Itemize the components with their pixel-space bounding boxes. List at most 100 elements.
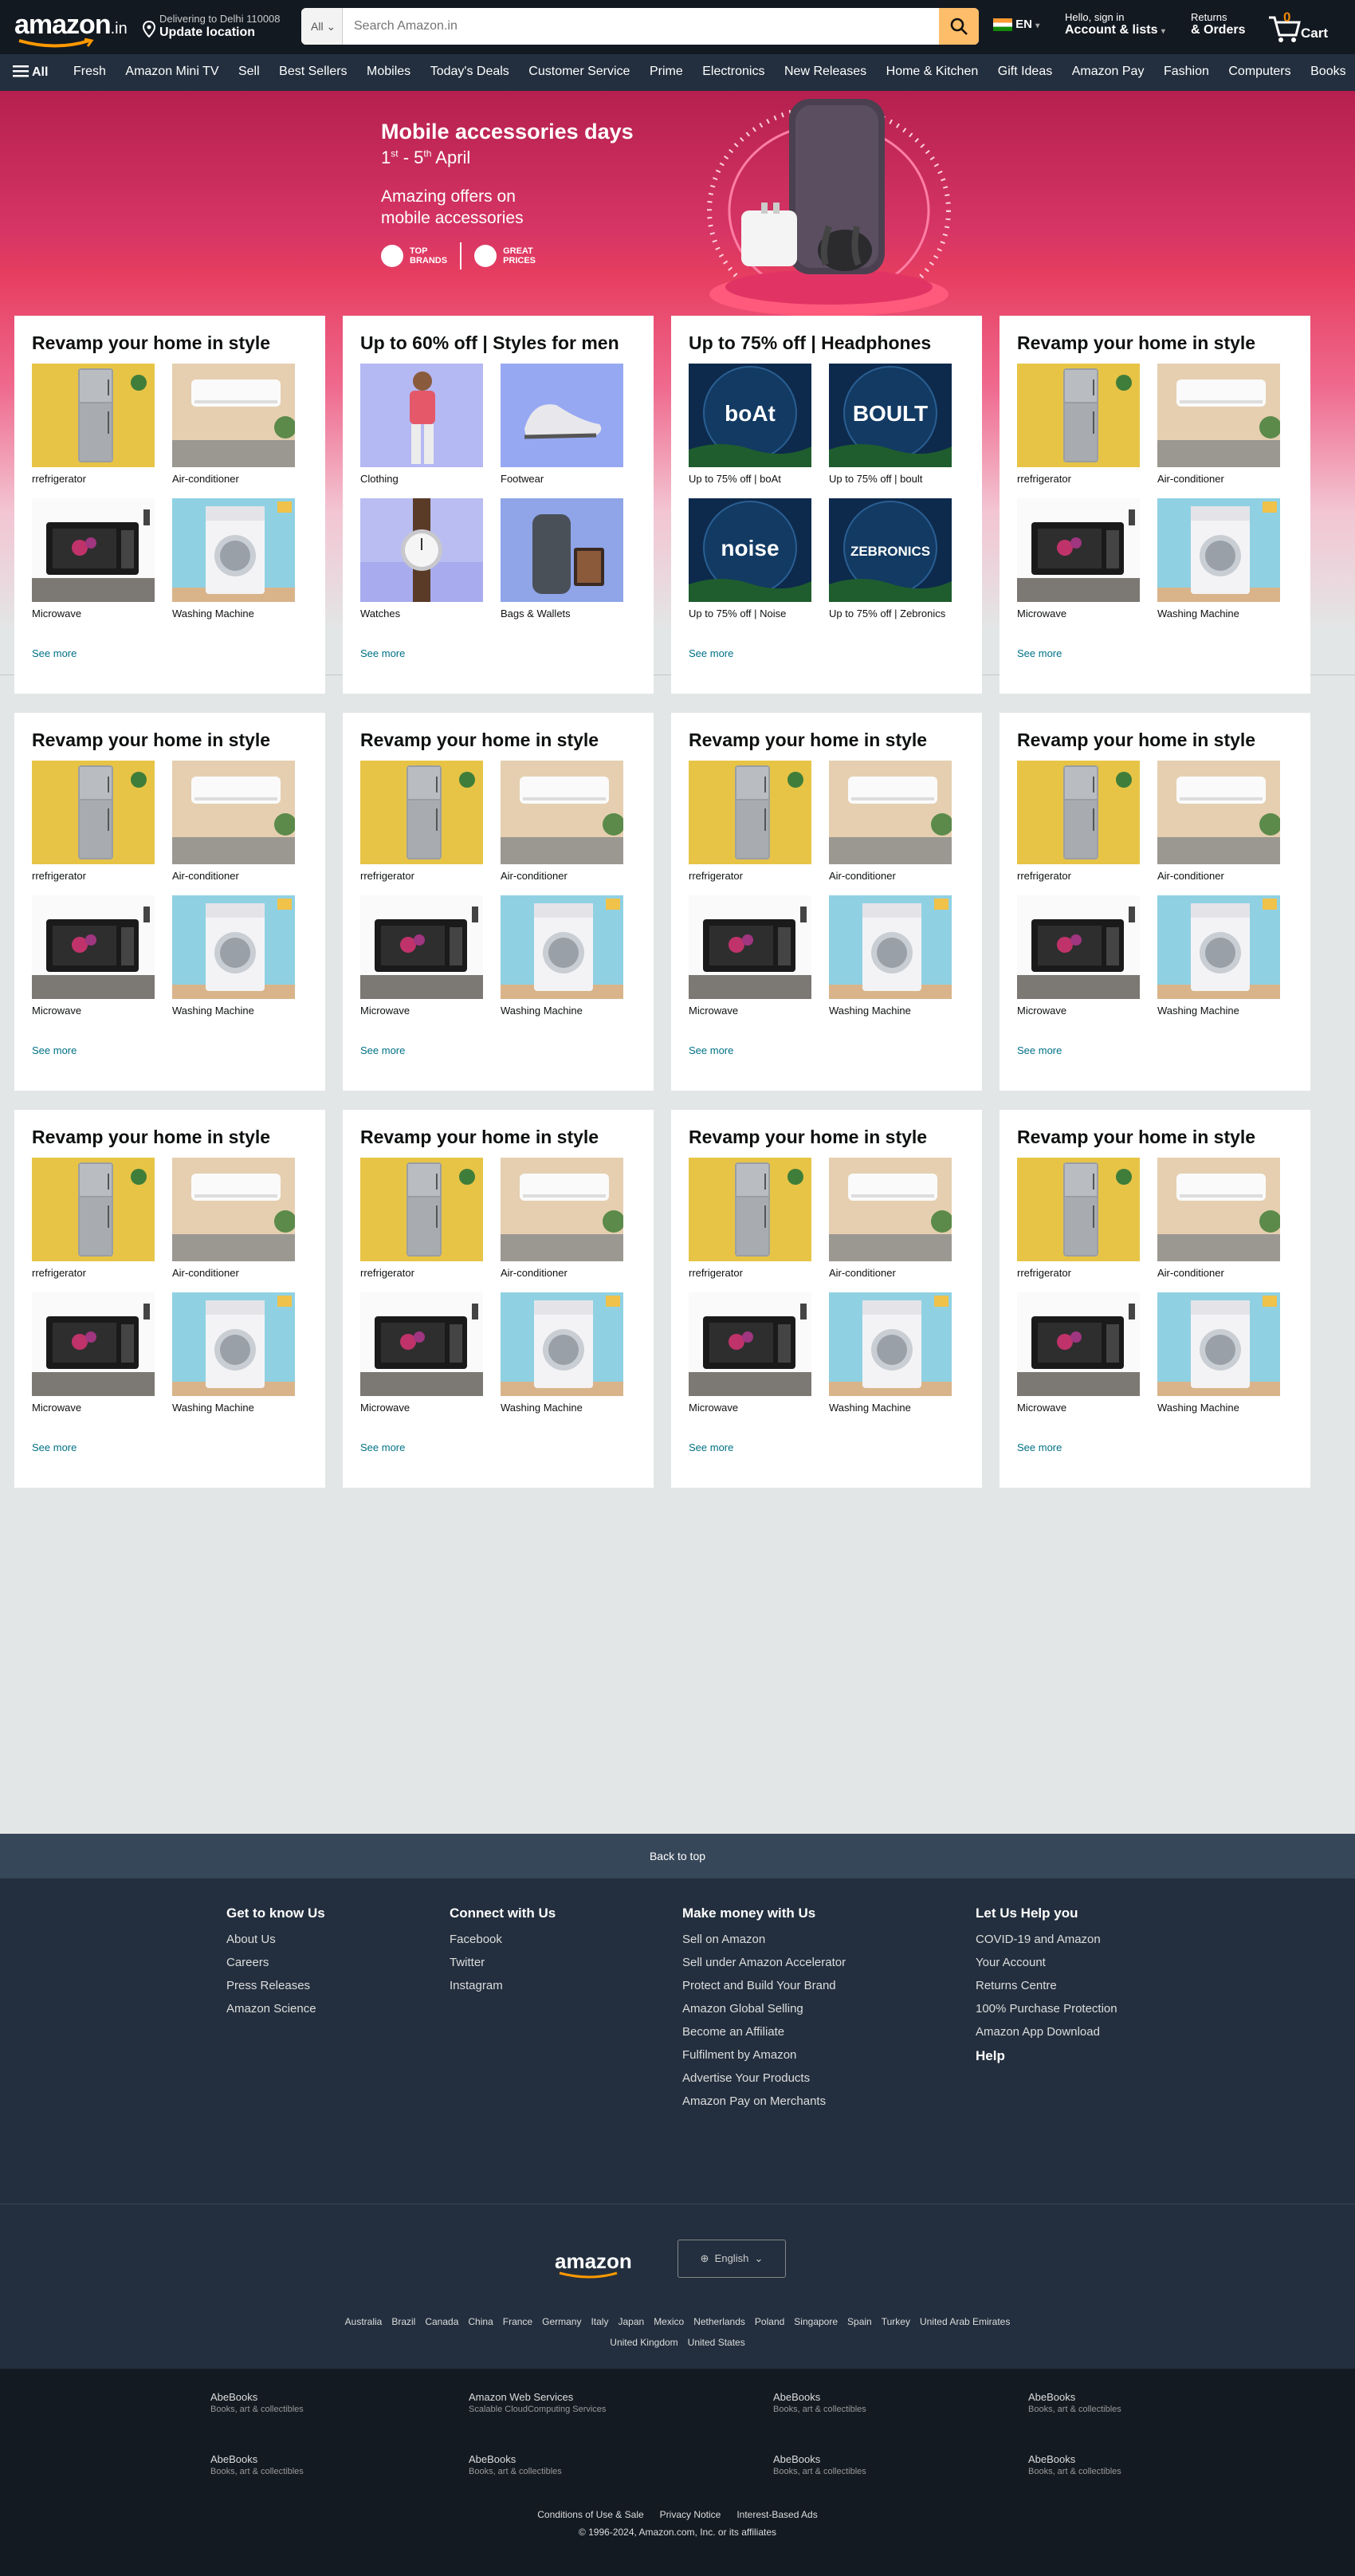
delivery-location[interactable]: Delivering to Delhi 110008 Update locati… [142, 10, 301, 45]
country-link[interactable]: Australia [345, 2316, 383, 2327]
footer-link[interactable]: Careers [226, 1956, 325, 1969]
footer-link[interactable]: Instagram [450, 1979, 556, 1992]
see-more-link[interactable]: See more [32, 647, 77, 659]
card-tile[interactable]: Air-conditioner [829, 761, 952, 883]
footer-link[interactable]: Become an Affiliate [682, 2025, 846, 2039]
card-tile[interactable]: Air-conditioner [172, 364, 295, 486]
footer-link[interactable]: Amazon Global Selling [682, 2002, 846, 2016]
footer-service[interactable]: AbeBooks Books, art & collectibles [210, 2391, 304, 2414]
card-tile[interactable]: rrefrigerator [1017, 364, 1140, 486]
card-tile[interactable]: Bags & Wallets [501, 498, 623, 620]
subnav-item[interactable]: Prime [650, 65, 683, 78]
card-tile[interactable]: rrefrigerator [32, 761, 155, 883]
card-tile[interactable]: Air-conditioner [1157, 761, 1280, 883]
amazon-logo[interactable]: amazon.in [14, 10, 128, 48]
card-tile[interactable]: Air-conditioner [829, 1158, 952, 1280]
see-more-link[interactable]: See more [360, 1044, 405, 1056]
card-tile[interactable]: rrefrigerator [1017, 761, 1140, 883]
footer-link[interactable]: Advertise Your Products [682, 2071, 846, 2085]
footer-help-link[interactable]: Help [976, 2048, 1117, 2064]
see-more-link[interactable]: See more [360, 1441, 405, 1453]
card-tile[interactable]: Air-conditioner [1157, 1158, 1280, 1280]
card-tile[interactable]: Microwave [1017, 498, 1140, 620]
card-tile[interactable]: Washing Machine [172, 1292, 295, 1414]
card-tile[interactable]: Washing Machine [501, 895, 623, 1017]
card-tile[interactable]: Washing Machine [172, 895, 295, 1017]
country-link[interactable]: United Kingdom [610, 2337, 678, 2348]
country-link[interactable]: France [503, 2316, 532, 2327]
see-more-link[interactable]: See more [689, 647, 733, 659]
footer-link[interactable]: Sell on Amazon [682, 1933, 846, 1946]
subnav-item[interactable]: Amazon Pay [1072, 65, 1145, 78]
card-tile[interactable]: Microwave [1017, 895, 1140, 1017]
card-tile[interactable]: Microwave [32, 498, 155, 620]
legal-link[interactable]: Interest-Based Ads [736, 2509, 817, 2520]
card-tile[interactable]: boAt Up to 75% off | boAt [689, 364, 811, 486]
card-tile[interactable]: Watches [360, 498, 483, 620]
country-link[interactable]: Brazil [391, 2316, 415, 2327]
footer-link[interactable]: Press Releases [226, 1979, 325, 1992]
subnav-item[interactable]: Best Sellers [279, 65, 347, 78]
card-tile[interactable]: rrefrigerator [32, 364, 155, 486]
all-menu-button[interactable]: All [13, 65, 48, 80]
footer-language-button[interactable]: ⊕ English ⌄ [678, 2240, 786, 2278]
subnav-item[interactable]: Customer Service [528, 65, 630, 78]
card-tile[interactable]: Washing Machine [501, 1292, 623, 1414]
card-tile[interactable]: rrefrigerator [32, 1158, 155, 1280]
see-more-link[interactable]: See more [32, 1441, 77, 1453]
search-button[interactable] [939, 8, 979, 45]
subnav-item[interactable]: Electronics [702, 65, 764, 78]
legal-link[interactable]: Privacy Notice [660, 2509, 721, 2520]
see-more-link[interactable]: See more [1017, 1441, 1062, 1453]
country-link[interactable]: Japan [618, 2316, 644, 2327]
country-link[interactable]: United States [688, 2337, 745, 2348]
card-tile[interactable]: Air-conditioner [501, 1158, 623, 1280]
subnav-item[interactable]: Fashion [1164, 65, 1209, 78]
card-tile[interactable]: Microwave [689, 895, 811, 1017]
see-more-link[interactable]: See more [1017, 1044, 1062, 1056]
card-tile[interactable]: Microwave [689, 1292, 811, 1414]
footer-link[interactable]: Twitter [450, 1956, 556, 1969]
card-tile[interactable]: Washing Machine [829, 1292, 952, 1414]
country-link[interactable]: Germany [542, 2316, 581, 2327]
see-more-link[interactable]: See more [360, 647, 405, 659]
footer-link[interactable]: Facebook [450, 1933, 556, 1946]
card-tile[interactable]: Microwave [1017, 1292, 1140, 1414]
card-tile[interactable]: Air-conditioner [172, 1158, 295, 1280]
footer-service[interactable]: AbeBooks Books, art & collectibles [210, 2453, 304, 2476]
footer-service[interactable]: AbeBooks Books, art & collectibles [773, 2391, 866, 2414]
card-tile[interactable]: Air-conditioner [172, 761, 295, 883]
footer-service[interactable]: AbeBooks Books, art & collectibles [469, 2453, 562, 2476]
footer-service[interactable]: Amazon Web Services Scalable CloudComputi… [469, 2391, 606, 2414]
country-link[interactable]: United Arab Emirates [920, 2316, 1010, 2327]
legal-link[interactable]: Conditions of Use & Sale [537, 2509, 643, 2520]
country-link[interactable]: Poland [755, 2316, 784, 2327]
card-tile[interactable]: Washing Machine [1157, 1292, 1280, 1414]
search-category-select[interactable]: All ⌄ [301, 8, 343, 45]
account-menu[interactable]: Hello, sign in Account & lists ▾ [1065, 11, 1165, 37]
footer-amazon-logo[interactable]: amazon [555, 2249, 632, 2279]
footer-service[interactable]: AbeBooks Books, art & collectibles [1028, 2453, 1121, 2476]
back-to-top-button[interactable]: Back to top [0, 1834, 1355, 1878]
country-link[interactable]: Turkey [882, 2316, 910, 2327]
card-tile[interactable]: Microwave [360, 895, 483, 1017]
subnav-item[interactable]: Gift Ideas [998, 65, 1052, 78]
card-tile[interactable]: Washing Machine [172, 498, 295, 620]
subnav-item[interactable]: Books [1310, 65, 1345, 78]
footer-link[interactable]: 100% Purchase Protection [976, 2002, 1117, 2016]
country-link[interactable]: Netherlands [693, 2316, 745, 2327]
card-tile[interactable]: Air-conditioner [501, 761, 623, 883]
returns-orders[interactable]: Returns & Orders [1191, 11, 1245, 37]
card-tile[interactable]: rrefrigerator [689, 761, 811, 883]
footer-link[interactable]: Protect and Build Your Brand [682, 1979, 846, 1992]
card-tile[interactable]: Washing Machine [829, 895, 952, 1017]
country-link[interactable]: Mexico [654, 2316, 684, 2327]
subnav-item[interactable]: Fresh [73, 65, 106, 78]
footer-link[interactable]: Amazon App Download [976, 2025, 1117, 2039]
card-tile[interactable]: rrefrigerator [360, 1158, 483, 1280]
card-tile[interactable]: Washing Machine [1157, 498, 1280, 620]
country-link[interactable]: Spain [847, 2316, 872, 2327]
footer-service[interactable]: AbeBooks Books, art & collectibles [773, 2453, 866, 2476]
footer-link[interactable]: Sell under Amazon Accelerator [682, 1956, 846, 1969]
subnav-item[interactable]: Today's Deals [430, 65, 509, 78]
